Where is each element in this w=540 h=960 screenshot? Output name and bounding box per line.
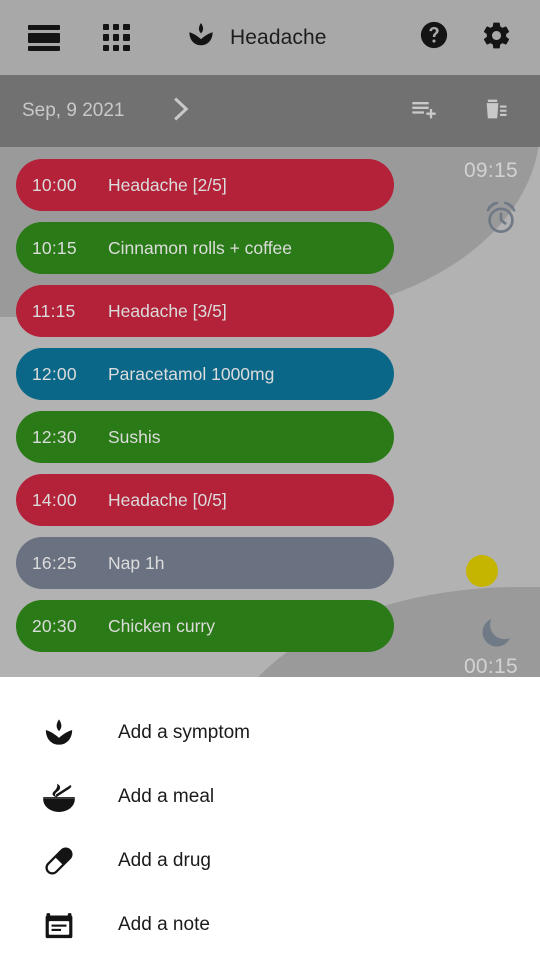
event-row[interactable]: 10:15 Cinnamon rolls + coffee xyxy=(16,222,394,274)
event-row[interactable]: 10:00 Headache [2/5] xyxy=(16,159,394,211)
event-time: 12:30 xyxy=(32,426,77,447)
event-title: Paracetamol 1000mg xyxy=(108,363,275,384)
date-bar: Sep, 9 2021 xyxy=(0,75,540,147)
note-icon xyxy=(36,908,82,942)
event-time: 12:00 xyxy=(32,363,77,384)
event-title: Cinnamon rolls + coffee xyxy=(108,237,293,258)
current-date-label[interactable]: Sep, 9 2021 xyxy=(22,100,124,122)
lotus-icon xyxy=(36,716,82,750)
brand: Headache xyxy=(186,20,327,55)
event-title: Nap 1h xyxy=(108,552,165,573)
chevron-right-icon xyxy=(165,94,195,129)
event-row[interactable]: 12:30 Sushis xyxy=(16,411,394,463)
delete-entries-button[interactable] xyxy=(474,89,518,133)
lotus-logo-icon xyxy=(186,20,216,55)
event-title: Chicken curry xyxy=(108,615,215,636)
grid-view-button[interactable] xyxy=(94,16,138,60)
event-row[interactable]: 12:00 Paracetamol 1000mg xyxy=(16,348,394,400)
event-title: Sushis xyxy=(108,426,161,447)
event-row[interactable]: 20:30 Chicken curry xyxy=(16,600,394,652)
gear-icon xyxy=(481,20,512,56)
add-entry-bottom-sheet: Add a symptom Add a meal Add a drug Add … xyxy=(0,677,540,960)
event-time: 10:00 xyxy=(32,174,77,195)
event-list: 10:00 Headache [2/5] 10:15 Cinnamon roll… xyxy=(0,147,540,663)
add-meal-label: Add a meal xyxy=(118,786,215,807)
event-row[interactable]: 16:25 Nap 1h xyxy=(16,537,394,589)
event-time: 20:30 xyxy=(32,615,77,636)
add-meal-item[interactable]: Add a meal xyxy=(0,765,540,829)
app-bar: Headache xyxy=(0,0,540,75)
add-note-label: Add a note xyxy=(118,914,210,935)
event-title: Headache [2/5] xyxy=(108,174,227,195)
page-title: Headache xyxy=(230,25,327,49)
add-drug-label: Add a drug xyxy=(118,850,211,871)
day-timeline: 09:15 00:15 10:00 Headache [2/5] 10:15 C… xyxy=(0,147,540,677)
event-time: 11:15 xyxy=(32,300,76,321)
noodle-bowl-icon xyxy=(36,778,82,816)
event-row[interactable]: 14:00 Headache [0/5] xyxy=(16,474,394,526)
add-note-item[interactable]: Add a note xyxy=(0,893,540,957)
help-circle-icon xyxy=(419,20,449,55)
next-day-button[interactable] xyxy=(160,91,200,131)
settings-button[interactable] xyxy=(474,16,518,60)
add-symptom-item[interactable]: Add a symptom xyxy=(0,701,540,765)
pill-capsule-icon xyxy=(36,842,82,880)
event-time: 10:15 xyxy=(32,237,77,258)
grid-view-icon xyxy=(102,24,130,51)
add-symptom-label: Add a symptom xyxy=(118,722,250,743)
appbar-actions xyxy=(412,16,518,60)
help-button[interactable] xyxy=(412,16,456,60)
datebar-actions xyxy=(402,89,518,133)
app-root: Headache Sep, 9 2021 09:15 00:15 10:00 H… xyxy=(0,0,540,960)
event-title: Headache [3/5] xyxy=(108,300,227,321)
delete-sweep-icon xyxy=(482,95,510,128)
event-time: 14:00 xyxy=(32,489,77,510)
agenda-list-icon xyxy=(28,24,60,51)
event-title: Headache [0/5] xyxy=(108,489,227,510)
event-row[interactable]: 11:15 Headache [3/5] xyxy=(16,285,394,337)
event-time: 16:25 xyxy=(32,552,77,573)
playlist-add-icon xyxy=(410,95,438,128)
dimmed-content-layer: Headache Sep, 9 2021 09:15 00:15 10:00 H… xyxy=(0,0,540,677)
add-entries-button[interactable] xyxy=(402,89,446,133)
agenda-view-button[interactable] xyxy=(22,16,66,60)
add-drug-item[interactable]: Add a drug xyxy=(0,829,540,893)
